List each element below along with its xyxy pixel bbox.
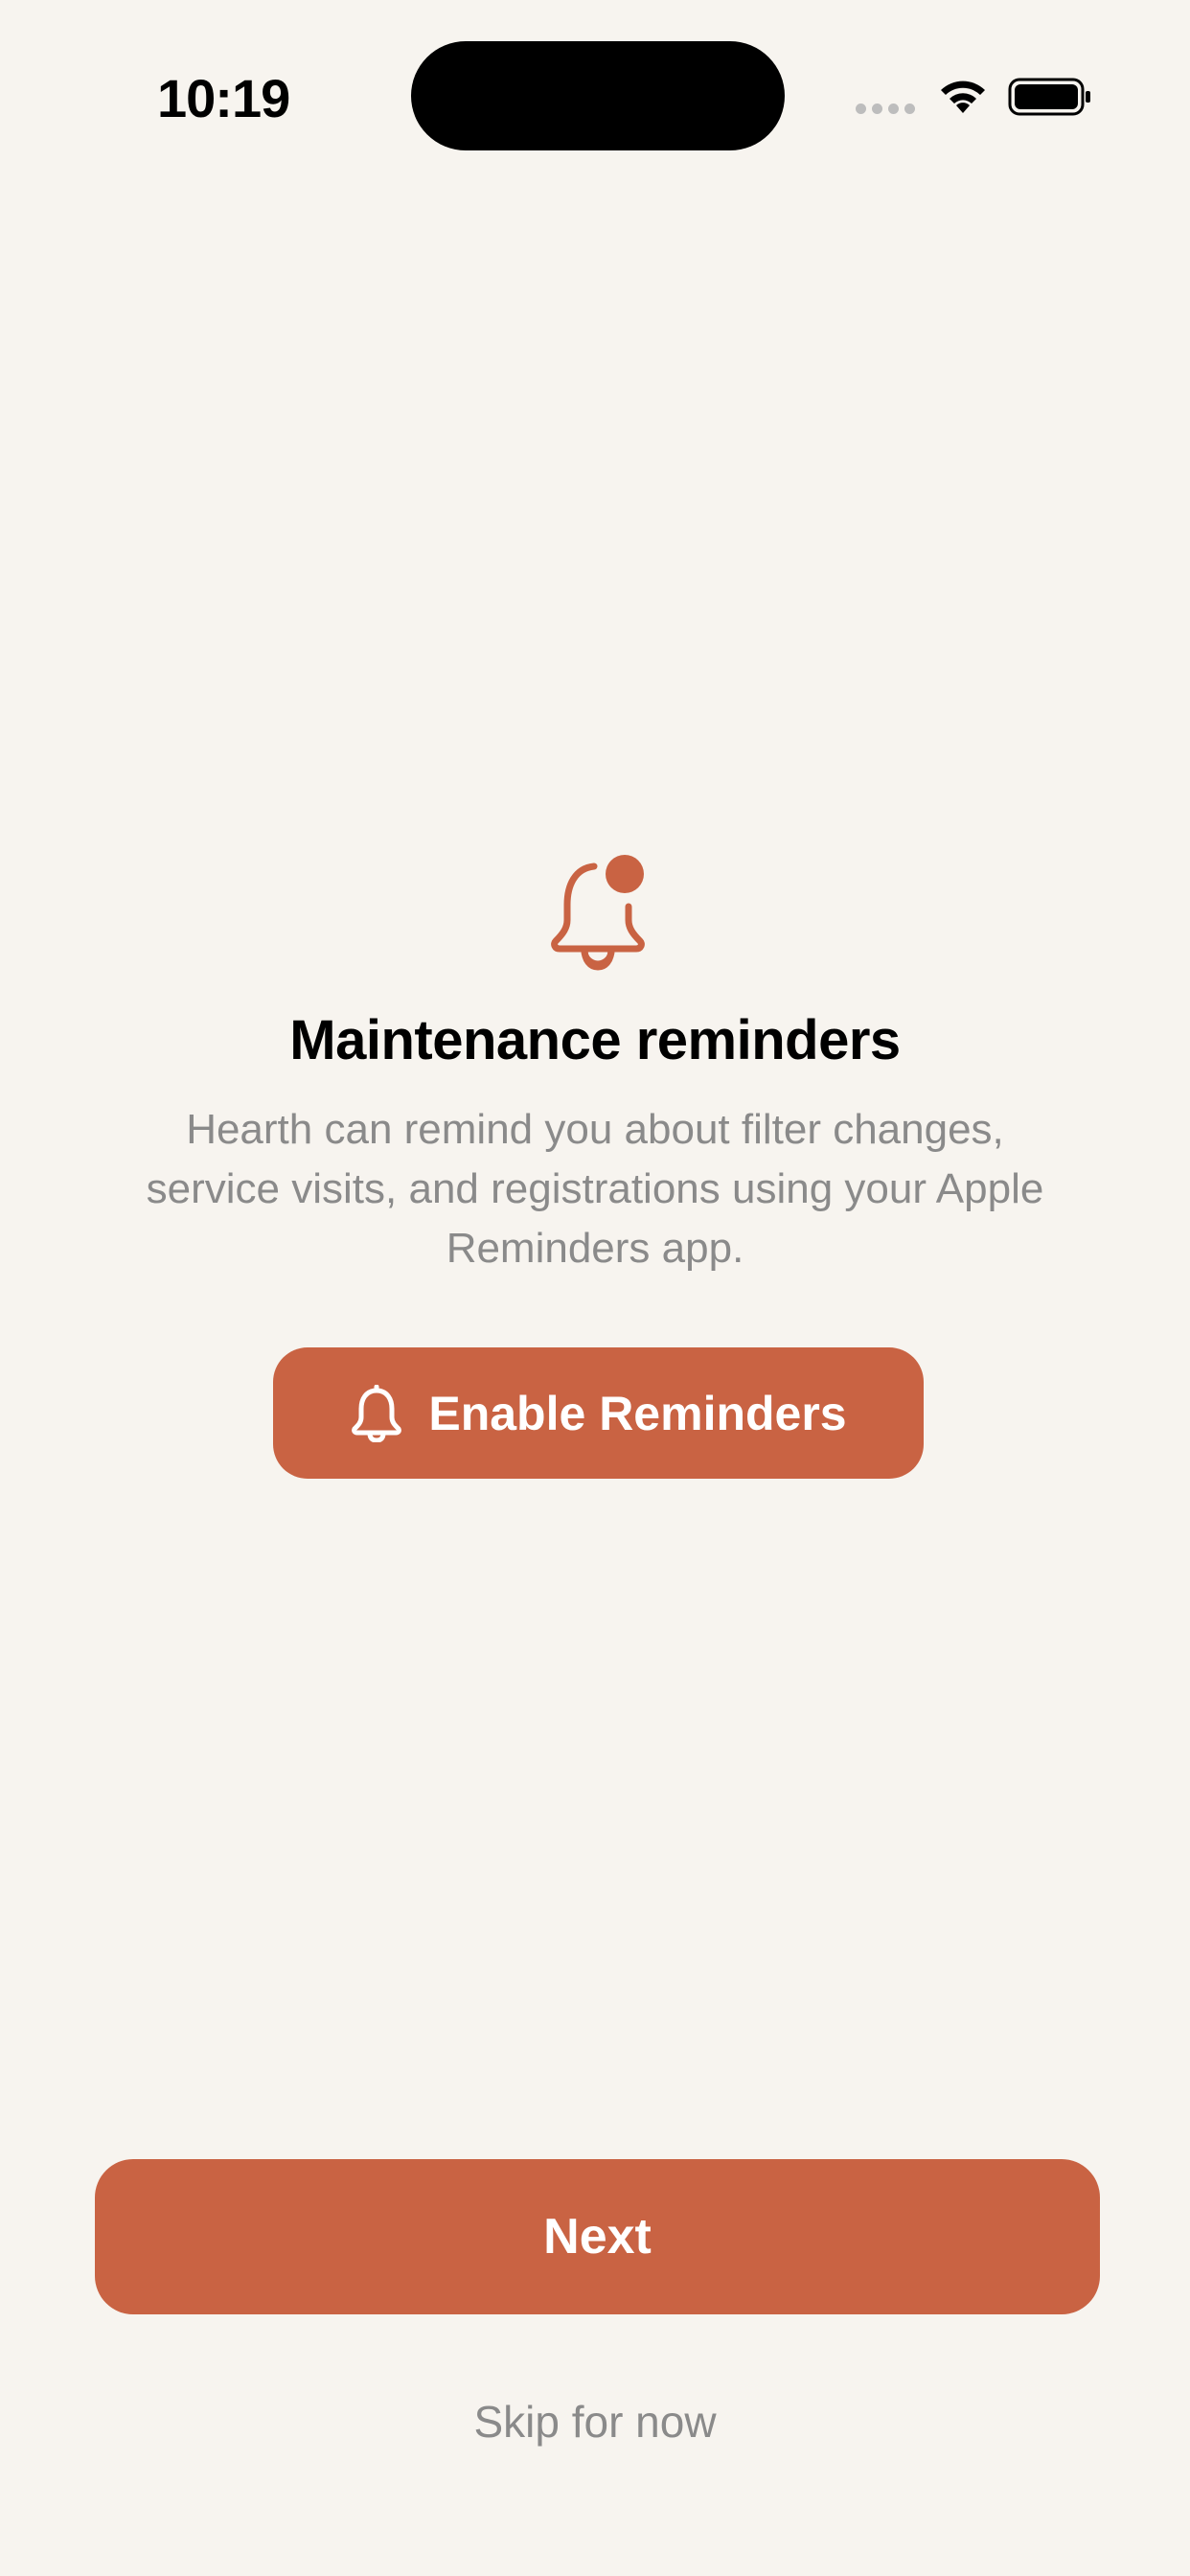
enable-reminders-label: Enable Reminders bbox=[428, 1386, 847, 1440]
enable-reminders-button[interactable]: Enable Reminders bbox=[273, 1347, 924, 1479]
bell-badge-icon bbox=[551, 855, 645, 971]
page-description: Hearth can remind you about filter chang… bbox=[146, 1106, 1044, 1272]
battery-icon bbox=[1008, 78, 1090, 116]
next-button[interactable]: Next bbox=[95, 2159, 1100, 2314]
bell-icon bbox=[352, 1384, 402, 1442]
cellular-signal-icon bbox=[856, 104, 915, 114]
page-title: Maintenance reminders bbox=[289, 1009, 901, 1071]
wifi-icon bbox=[941, 80, 985, 113]
dynamic-island bbox=[411, 41, 785, 150]
status-bar: 10:19 bbox=[0, 0, 1190, 192]
status-time: 10:19 bbox=[157, 68, 290, 128]
skip-for-now-link[interactable]: Skip for now bbox=[0, 2396, 1190, 2448]
